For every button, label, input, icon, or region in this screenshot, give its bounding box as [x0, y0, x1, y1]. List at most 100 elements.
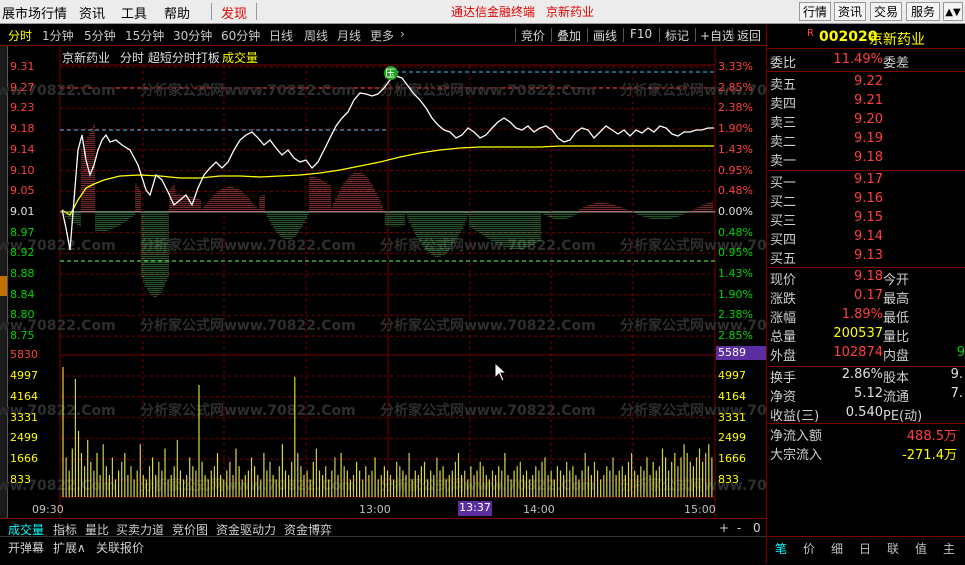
stat2-row-value: 2.86%: [841, 367, 883, 382]
stat-row-value: 1.89%: [841, 307, 883, 322]
stat2-value2: 7.: [950, 386, 963, 401]
zoom-in-button[interactable]: +: [719, 521, 729, 535]
toolbar-separator: [587, 28, 588, 42]
panel-tab[interactable]: 日: [852, 540, 878, 557]
percent-label: 2.85%: [718, 329, 753, 343]
stat-row-label2: 内盘: [883, 349, 910, 364]
tab-monthly[interactable]: 月线: [337, 27, 361, 44]
scroll-arrows-icon[interactable]: ▲▼: [943, 2, 963, 21]
stat2-row: 收益(三) 0.540 PE(动): [770, 405, 965, 424]
flow-value: 488.5万: [906, 429, 957, 444]
btn-quotes[interactable]: 行情: [799, 2, 831, 21]
app-title: 通达信金融终端: [451, 5, 536, 19]
stat2-row: 换手 2.86% 股本: [770, 367, 965, 386]
mouse-cursor-icon: [494, 362, 508, 382]
expand-button[interactable]: 扩展∧: [53, 539, 86, 556]
sell-level-value: 9.19: [854, 131, 883, 146]
add-watchlist-button[interactable]: +自选: [700, 27, 734, 44]
chevron-right-icon[interactable]: ›: [400, 27, 405, 41]
panel-tab[interactable]: 主: [936, 540, 962, 557]
buy-level: 买四 9.14: [770, 229, 965, 248]
tab-intraday[interactable]: 分时: [8, 27, 32, 44]
menu-discover[interactable]: 发现: [221, 3, 247, 22]
stat2-row-label2: 流通: [883, 390, 910, 405]
panel-tab[interactable]: 价: [796, 540, 822, 557]
sell-level: 卖三 9.20: [770, 112, 965, 131]
buy-level: 买一 9.17: [770, 172, 965, 191]
stat-row-value: 102874: [833, 345, 883, 360]
volume-max-right-label: 5589: [716, 346, 766, 360]
percent-label: 0.95%: [718, 246, 753, 260]
buy-level: 买五 9.13: [770, 248, 965, 267]
price-label: 8.97: [10, 225, 35, 239]
sell-level-value: 9.20: [854, 112, 883, 127]
tab-5min[interactable]: 5分钟: [84, 27, 116, 44]
reset-zoom-button[interactable]: 0: [753, 521, 761, 535]
flow-label: 净流入额: [770, 429, 823, 444]
percent-label: 1.90%: [718, 287, 753, 301]
tab-more[interactable]: 更多: [370, 27, 394, 44]
panel-tab[interactable]: 联: [880, 540, 906, 557]
tab-30min[interactable]: 30分钟: [173, 27, 212, 44]
menu-help[interactable]: 帮助: [164, 3, 190, 22]
menu-tools[interactable]: 工具: [121, 3, 147, 22]
related-quotes-button[interactable]: 关联报价: [96, 539, 144, 556]
menu-market[interactable]: 展市场行情: [2, 3, 67, 22]
volume-label: 833: [10, 473, 31, 486]
overlay-button[interactable]: 叠加: [557, 27, 581, 44]
volume-label: 2499: [10, 431, 38, 445]
back-button[interactable]: 返回: [737, 27, 761, 44]
toolbar-separator: [695, 28, 696, 42]
percent-label: 0.48%: [718, 184, 753, 198]
volume-label-right: 833: [718, 473, 739, 486]
panel-tab[interactable]: 值: [908, 540, 934, 557]
sell-level: 卖四 9.21: [770, 93, 965, 112]
watermark-text: 分析家公式网www.70822.Com: [140, 477, 356, 494]
percent-label: 1.90%: [718, 122, 753, 136]
expand-left-icon[interactable]: [0, 276, 7, 296]
stat-row-value2: 9: [956, 345, 965, 360]
tab-daily[interactable]: 日线: [269, 27, 293, 44]
btn-service[interactable]: 服务: [906, 2, 940, 21]
volume-label: 4997: [10, 369, 38, 382]
f10-button[interactable]: F10: [630, 27, 652, 41]
btn-news[interactable]: 资讯: [834, 2, 866, 21]
stat2-value2: 9.: [950, 367, 963, 382]
volume-label: 3331: [10, 410, 38, 424]
stat-row-label2: 最低: [883, 311, 910, 326]
danmaku-toggle[interactable]: 开弹幕: [8, 539, 44, 556]
price-label: 9.01: [10, 204, 35, 218]
watermark-text: 分析家公式网www.70822.Com: [380, 477, 596, 494]
quote-panel: R 002020 京新药业 委比 11.49% 委差 卖五 9.22 卖四 9.21 卖…: [766, 25, 965, 564]
zoom-out-button[interactable]: -: [737, 521, 741, 535]
stat-row-value: 200537: [833, 326, 883, 341]
chart-indicator-name: 分时 超短分时打板: [120, 51, 220, 65]
tab-1min[interactable]: 1分钟: [42, 27, 74, 44]
bidding-button[interactable]: 竞价: [521, 27, 545, 44]
price-label: 9.18: [10, 122, 35, 136]
divider: [767, 48, 965, 49]
chart-volume-title: 成交量: [222, 51, 259, 65]
watermark-text: 分析家公式网www.70822.Com: [380, 82, 596, 99]
buy-level-label: 买三: [770, 214, 797, 229]
divider: [767, 423, 965, 424]
panel-tab[interactable]: 细: [824, 540, 850, 557]
mark-button[interactable]: 标记: [665, 27, 689, 44]
tab-60min[interactable]: 60分钟: [221, 27, 260, 44]
divider: [767, 170, 965, 171]
percent-label: 1.43%: [718, 267, 753, 280]
menu-info[interactable]: 资讯: [79, 3, 105, 22]
stat-row-label2: 今开: [883, 273, 910, 288]
draw-line-button[interactable]: 画线: [593, 27, 617, 44]
stat-row-label: 现价: [770, 273, 797, 288]
volume-label-right: 2499: [718, 431, 746, 445]
sell-level: 卖二 9.19: [770, 131, 965, 150]
panel-tab[interactable]: 笔: [768, 540, 794, 557]
stat-row-label: 外盘: [770, 349, 797, 364]
time-label-1400: 14:00: [523, 503, 555, 516]
tab-weekly[interactable]: 周线: [304, 27, 328, 44]
btn-trade[interactable]: 交易: [870, 2, 902, 21]
tab-15min[interactable]: 15分钟: [125, 27, 164, 44]
price-label: 8.75: [10, 329, 35, 343]
percent-label: 0.48%: [718, 225, 753, 239]
